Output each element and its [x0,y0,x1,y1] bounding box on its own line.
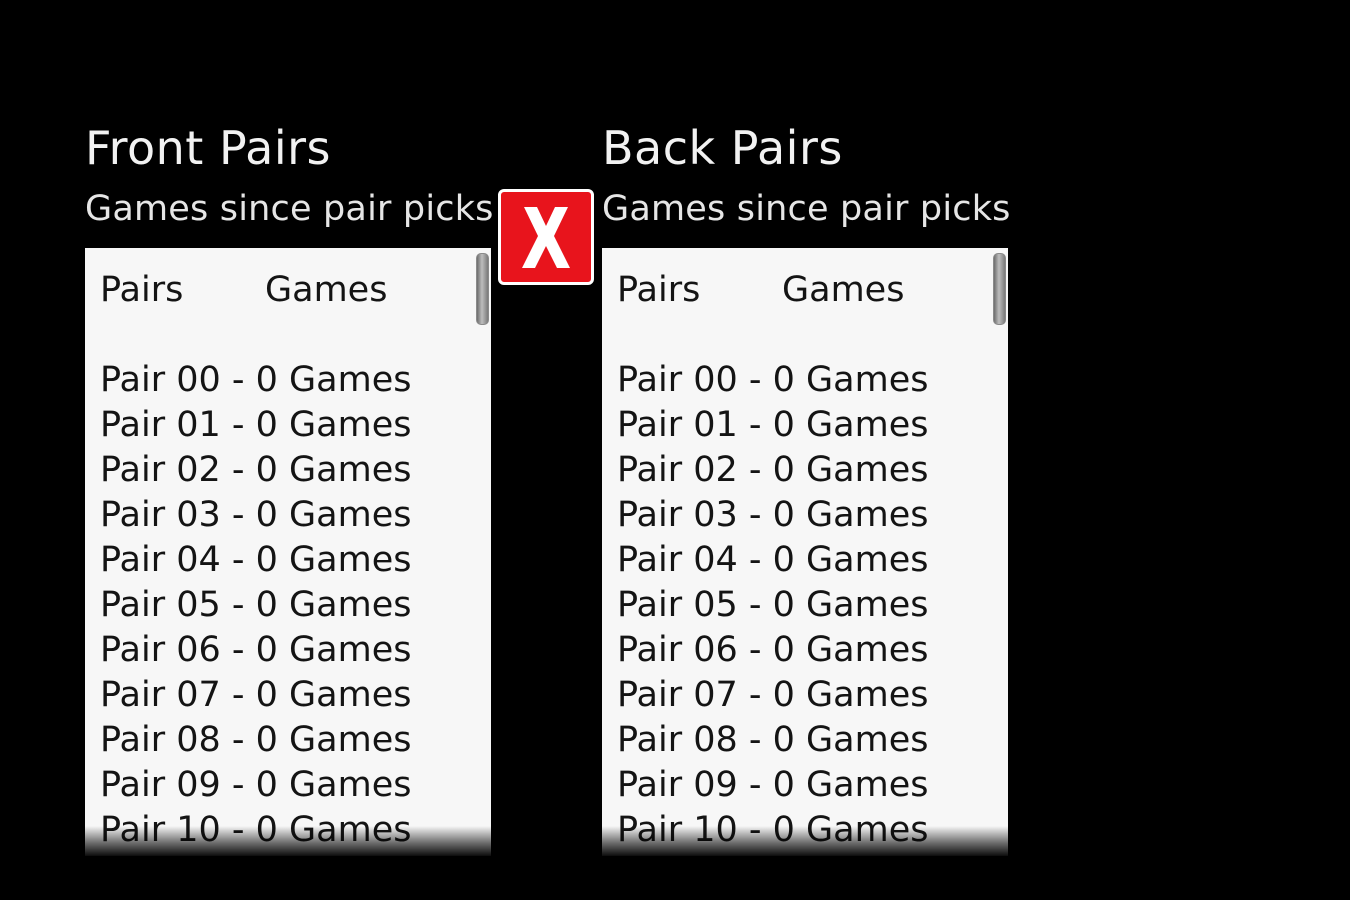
list-item: Pair 06 - 0 Games [100,630,412,670]
list-item: Pair 08 - 0 Games [617,720,929,760]
back-pairs-title: Back Pairs [602,121,843,175]
list-item: Pair 07 - 0 Games [617,675,929,715]
list-item: Pair 10 - 0 Games [100,810,412,850]
list-item: Pair 02 - 0 Games [100,450,412,490]
list-item: Pair 09 - 0 Games [100,765,412,805]
front-pairs-list[interactable]: Pairs Games Pair 00 - 0 Games Pair 01 - … [85,248,491,856]
front-pairs-column-header: Pairs [100,270,184,310]
back-pairs-subtitle: Games since pair picks [602,189,1011,229]
list-item: Pair 08 - 0 Games [100,720,412,760]
front-pairs-list-header: Pairs Games [100,268,471,313]
list-item: Pair 09 - 0 Games [617,765,929,805]
close-icon [522,207,570,268]
list-item: Pair 05 - 0 Games [100,585,412,625]
list-item: Pair 00 - 0 Games [100,360,412,400]
front-header-spacer [100,313,471,358]
front-list-scrollbar[interactable] [476,253,489,325]
list-item: Pair 04 - 0 Games [617,540,929,580]
front-pairs-list-content: Pairs Games Pair 00 - 0 Games Pair 01 - … [100,268,471,853]
front-pairs-title: Front Pairs [85,121,331,175]
list-item: Pair 01 - 0 Games [617,405,929,445]
list-item: Pair 03 - 0 Games [100,495,412,535]
back-list-scrollbar[interactable] [993,253,1006,325]
back-pairs-panel: Back Pairs Games since pair picks Pairs … [602,118,1011,856]
list-item: Pair 01 - 0 Games [100,405,412,445]
back-pairs-list[interactable]: Pairs Games Pair 00 - 0 Games Pair 01 - … [602,248,1008,856]
list-item: Pair 10 - 0 Games [617,810,929,850]
list-item: Pair 07 - 0 Games [100,675,412,715]
front-games-column-header: Games [265,270,388,310]
back-pairs-list-content: Pairs Games Pair 00 - 0 Games Pair 01 - … [617,268,988,853]
front-pairs-subtitle: Games since pair picks [85,189,494,229]
front-pairs-panel: Front Pairs Games since pair picks Pairs… [85,118,494,856]
back-pairs-column-header: Pairs [617,270,701,310]
list-item: Pair 00 - 0 Games [617,360,929,400]
close-button[interactable] [498,189,594,285]
back-games-column-header: Games [782,270,905,310]
list-item: Pair 06 - 0 Games [617,630,929,670]
back-pairs-list-header: Pairs Games [617,268,988,313]
list-item: Pair 02 - 0 Games [617,450,929,490]
list-item: Pair 05 - 0 Games [617,585,929,625]
list-item: Pair 03 - 0 Games [617,495,929,535]
list-item: Pair 04 - 0 Games [100,540,412,580]
back-header-spacer [617,313,988,358]
